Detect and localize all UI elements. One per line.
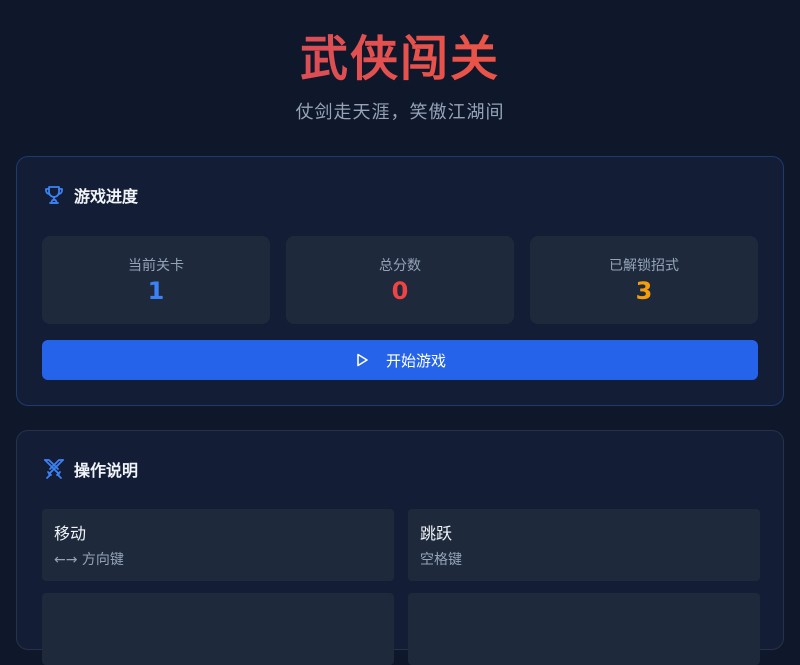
control-item — [42, 593, 394, 665]
control-item — [408, 593, 760, 665]
stat-label: 当前关卡 — [128, 258, 184, 274]
trophy-icon — [42, 183, 66, 207]
control-name: 跳跃 — [420, 524, 453, 543]
stat-unlocked-moves: 已解锁招式 3 — [530, 236, 758, 324]
page-header: 武侠闯关 仗剑走天涯，笑傲江湖间 — [0, 0, 800, 156]
controls-card: 操作说明 移动 ←→ 方向键 跳跃 空格键 — [16, 430, 784, 665]
stat-value: 0 — [391, 277, 409, 305]
control-item-move: 移动 ←→ 方向键 — [42, 509, 394, 581]
controls-heading: 操作说明 — [74, 461, 139, 480]
controls-card-header: 操作说明 — [42, 456, 138, 482]
crossed-swords-icon — [42, 457, 66, 481]
stat-label: 已解锁招式 — [609, 258, 679, 274]
progress-card: 游戏进度 当前关卡 1 总分数 0 已解锁招式 3 开始游戏 — [16, 156, 784, 406]
stat-current-level: 当前关卡 1 — [42, 236, 270, 324]
control-name: 移动 — [54, 524, 87, 543]
control-item-jump: 跳跃 空格键 — [408, 509, 760, 581]
progress-heading: 游戏进度 — [74, 187, 139, 206]
progress-card-header: 游戏进度 — [42, 182, 138, 208]
controls-list: 移动 ←→ 方向键 跳跃 空格键 — [42, 509, 760, 665]
game-title: 武侠闯关 — [0, 28, 800, 90]
start-game-label: 开始游戏 — [385, 351, 446, 370]
stat-label: 总分数 — [379, 258, 421, 274]
stat-value: 1 — [147, 277, 165, 305]
game-subtitle: 仗剑走天涯，笑傲江湖间 — [295, 102, 505, 123]
stat-total-score: 总分数 0 — [286, 236, 514, 324]
control-key: 空格键 — [420, 552, 462, 568]
play-icon — [354, 352, 370, 368]
control-key: ←→ 方向键 — [54, 552, 124, 568]
stat-value: 3 — [635, 277, 653, 305]
start-game-button[interactable]: 开始游戏 — [42, 340, 758, 380]
stats-row: 当前关卡 1 总分数 0 已解锁招式 3 — [42, 236, 758, 324]
